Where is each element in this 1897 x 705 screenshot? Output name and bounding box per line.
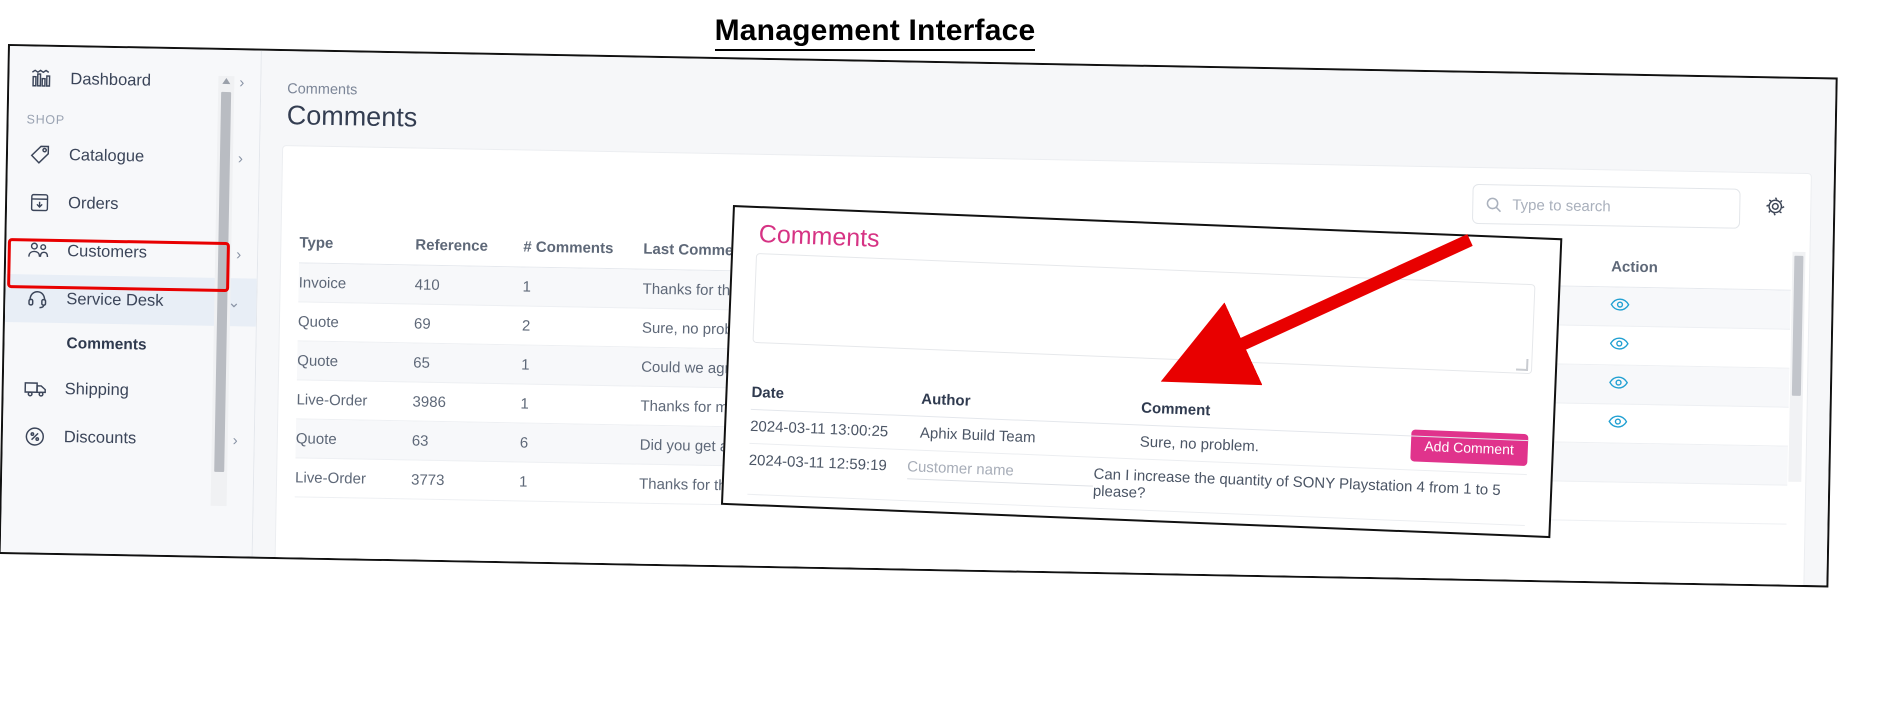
cell-action[interactable] — [1600, 462, 1692, 464]
scrollbar-thumb[interactable] — [1791, 255, 1804, 396]
cell-reference: 63 — [411, 431, 429, 450]
cell-num-comments: 1 — [522, 277, 532, 296]
cell-action[interactable] — [1600, 414, 1692, 434]
tag-icon — [26, 141, 54, 168]
chevron-right-icon: › — [239, 73, 245, 91]
search-placeholder: Type to search — [1512, 196, 1611, 215]
cell-type: Quote — [297, 351, 339, 370]
cell-type: Invoice — [298, 273, 347, 292]
cell-reference: 69 — [413, 314, 431, 333]
cell-action[interactable] — [1601, 375, 1693, 395]
page-title-text: Management Interface — [714, 14, 1036, 51]
cell-type: Live-Order — [296, 390, 368, 410]
sidebar-item-label: Dashboard — [70, 69, 152, 90]
modal-title: Comments — [758, 220, 881, 253]
cell-type: Quote — [297, 312, 339, 331]
sidebar-subitem-label: Comments — [66, 335, 147, 354]
cell-reference: 65 — [413, 353, 431, 372]
cell-action[interactable] — [1602, 297, 1694, 317]
cell-num-comments: 1 — [518, 472, 528, 491]
users-icon — [24, 237, 52, 264]
modal-column-header-date: Date — [751, 383, 785, 403]
breadcrumb[interactable]: Comments — [287, 81, 357, 98]
cell-action[interactable] — [1602, 336, 1694, 356]
page-heading: Comments — [286, 100, 418, 133]
cell-reference: 3986 — [412, 392, 447, 411]
chevron-right-icon: › — [232, 431, 238, 449]
modal-cell-date: 2024-03-11 12:59:19 — [748, 451, 888, 475]
chevron-right-icon: › — [236, 245, 242, 263]
modal-column-header-author: Author — [921, 390, 971, 410]
resize-handle-icon[interactable] — [1515, 358, 1529, 372]
cell-num-comments: 1 — [520, 394, 529, 413]
headset-icon — [23, 285, 51, 312]
column-header-reference[interactable]: Reference — [415, 236, 523, 255]
percent-circle-icon — [21, 423, 49, 450]
author-name-input[interactable]: Customer name — [906, 458, 1094, 487]
column-header-type[interactable]: Type — [299, 234, 415, 253]
cell-num-comments: 2 — [521, 316, 531, 335]
chart-bar-icon — [27, 65, 55, 92]
modal-comments-table: Date Author Comment 2024-03-11 13:00:25 … — [747, 375, 1530, 527]
screenshot-root: Management Interface Dashboard › SHOP Ca… — [0, 0, 1897, 705]
view-eye-icon[interactable] — [1610, 297, 1630, 311]
cell-type: Live-Order — [294, 468, 367, 488]
gear-icon[interactable] — [1760, 191, 1791, 222]
sidebar-item-label: Service Desk — [66, 289, 164, 310]
cell-num-comments: 6 — [519, 433, 529, 452]
cell-reference: 3773 — [410, 470, 445, 489]
chevron-right-icon: › — [237, 149, 244, 167]
view-eye-icon[interactable] — [1608, 414, 1628, 428]
search-icon — [1485, 196, 1502, 213]
comment-textarea[interactable] — [752, 252, 1536, 375]
cell-reference: 410 — [414, 275, 440, 294]
column-header-num-comments[interactable]: # Comments — [523, 238, 643, 257]
sidebar: Dashboard › SHOP Catalogue › Orders Cust… — [0, 46, 262, 557]
box-download-icon — [25, 189, 53, 216]
scroll-up-arrow-icon[interactable] — [222, 77, 231, 85]
cell-type: Quote — [295, 429, 337, 448]
page-title: Management Interface — [0, 14, 1750, 51]
modal-cell-comment: Can I increase the quantity of SONY Play… — [1092, 465, 1502, 502]
comments-modal: Comments Add Comment Date Author Comment… — [720, 205, 1563, 539]
sidebar-item-label: Catalogue — [68, 145, 145, 166]
cell-action[interactable] — [1599, 501, 1691, 503]
table-scrollbar[interactable] — [1788, 251, 1806, 482]
view-eye-icon[interactable] — [1609, 375, 1629, 389]
cell-num-comments: 1 — [521, 355, 530, 374]
modal-cell-date: 2024-03-11 13:00:25 — [749, 417, 889, 441]
sidebar-item-label: Discounts — [63, 427, 137, 447]
sidebar-item-label: Customers — [67, 241, 148, 262]
modal-cell-author: Aphix Build Team — [919, 424, 1036, 447]
search-input[interactable]: Type to search — [1471, 183, 1741, 229]
truck-icon — [21, 375, 49, 402]
view-eye-icon[interactable] — [1609, 336, 1629, 350]
column-header-action: Action — [1611, 257, 1659, 276]
